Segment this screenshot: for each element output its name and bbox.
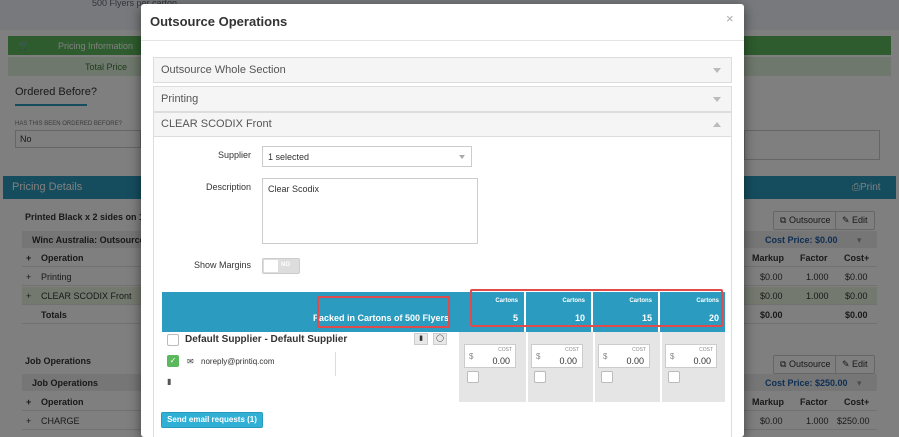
select-qty-checkbox[interactable]: [601, 371, 613, 383]
chevron-down-icon: [713, 97, 721, 102]
check-status-icon: ✓: [167, 355, 179, 367]
quantities-highlight: [470, 289, 723, 327]
cost-label: COST: [632, 347, 646, 353]
show-margins-toggle[interactable]: NO: [262, 258, 300, 274]
cost-value: 0.00: [492, 356, 510, 366]
cost-value: 0.00: [559, 356, 577, 366]
cost-input-2[interactable]: $ COST 0.00: [531, 344, 583, 368]
currency-symbol: $: [670, 352, 675, 361]
description-value: Clear Scodix: [268, 184, 320, 194]
envelope-icon: ✉: [187, 357, 194, 366]
currency-symbol: $: [603, 352, 608, 361]
email-divider: [335, 352, 336, 376]
supplier-email[interactable]: noreply@printiq.com: [201, 357, 274, 366]
description-label: Description: [205, 182, 251, 192]
section-label: Outsource Whole Section: [161, 64, 286, 76]
document-icon: ▮: [167, 377, 172, 386]
currency-symbol: $: [536, 352, 541, 361]
send-button-label: Send email requests (1): [167, 415, 257, 424]
attachment-icon[interactable]: ◯: [433, 333, 447, 345]
cost-label: COST: [699, 347, 713, 353]
cost-label: COST: [498, 347, 512, 353]
section-clear-scodix[interactable]: CLEAR SCODIX Front: [154, 113, 731, 137]
toggle-knob: [264, 260, 278, 272]
toggle-text: NO: [281, 262, 290, 268]
currency-symbol: $: [469, 352, 474, 361]
section-label: Printing: [161, 93, 199, 105]
packed-label-highlight: [317, 296, 450, 328]
select-qty-checkbox[interactable]: [467, 371, 479, 383]
supplier-name: Default Supplier - Default Supplier: [185, 334, 348, 345]
chevron-down-icon: [459, 155, 465, 159]
section-outsource-whole[interactable]: Outsource Whole Section: [153, 57, 732, 83]
comment-icon[interactable]: ▮: [414, 333, 428, 345]
select-qty-checkbox[interactable]: [668, 371, 680, 383]
header-divider: [141, 40, 744, 41]
section-printing[interactable]: Printing: [153, 86, 732, 112]
col-divider: [526, 332, 528, 402]
send-email-requests-button[interactable]: Send email requests (1): [161, 412, 263, 428]
cost-input-1[interactable]: $ COST 0.00: [464, 344, 516, 368]
col-divider: [660, 332, 662, 402]
cost-label: COST: [565, 347, 579, 353]
chevron-down-icon: [713, 68, 721, 73]
supplier-select[interactable]: 1 selected: [262, 146, 472, 167]
select-qty-checkbox[interactable]: [534, 371, 546, 383]
outsource-operations-modal: Outsource Operations × Outsource Whole S…: [141, 4, 744, 437]
cost-value: 0.00: [693, 356, 711, 366]
section-label: CLEAR SCODIX Front: [161, 118, 272, 130]
supplier-checkbox[interactable]: [167, 334, 179, 346]
cost-value: 0.00: [626, 356, 644, 366]
description-textarea[interactable]: Clear Scodix: [262, 178, 478, 244]
cost-input-4[interactable]: $ COST 0.00: [665, 344, 717, 368]
close-icon[interactable]: ×: [726, 11, 734, 26]
col-divider: [593, 332, 595, 402]
modal-title: Outsource Operations: [150, 14, 288, 29]
chevron-up-icon: [713, 122, 721, 127]
show-margins-label: Show Margins: [193, 260, 251, 270]
supplier-label: Supplier: [217, 150, 251, 160]
cost-input-3[interactable]: $ COST 0.00: [598, 344, 650, 368]
supplier-value: 1 selected: [268, 152, 310, 162]
